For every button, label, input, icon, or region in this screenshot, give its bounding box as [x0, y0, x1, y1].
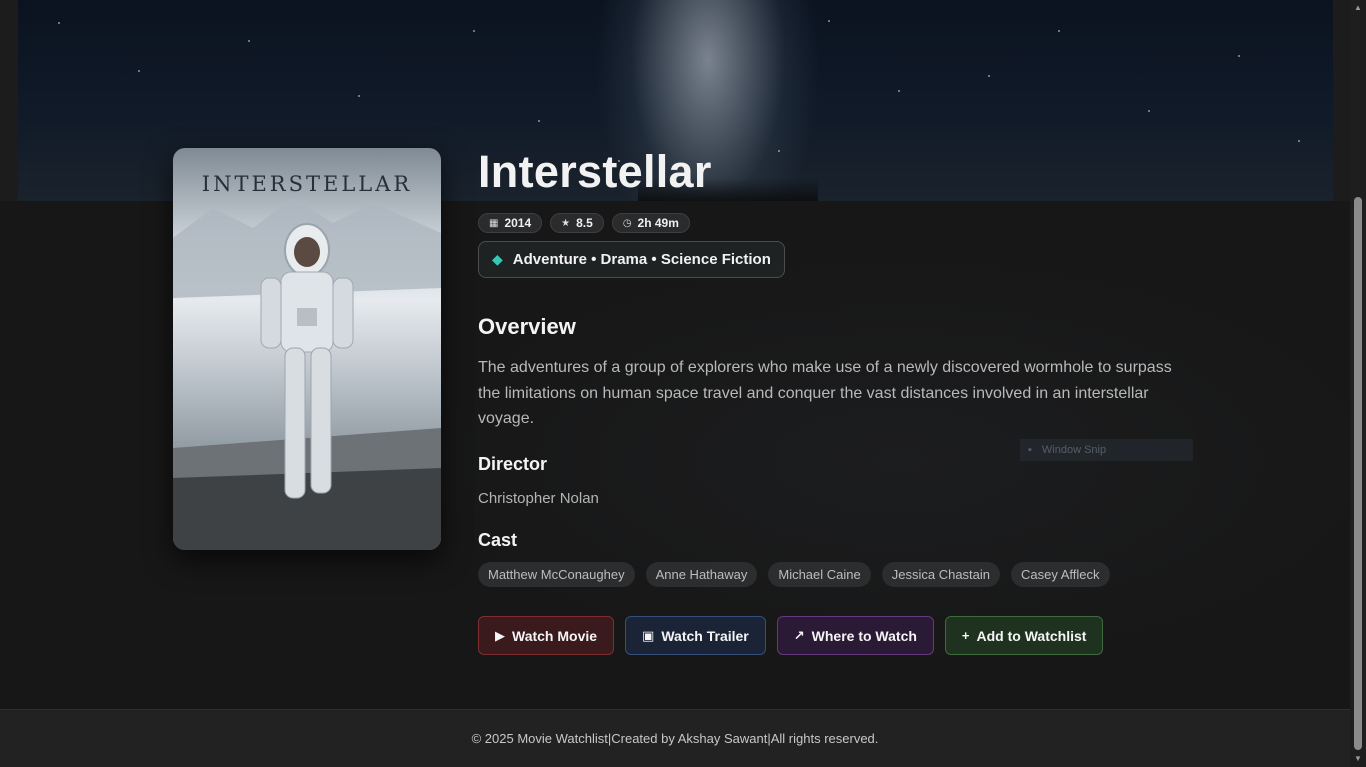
- add-to-watchlist-label: Add to Watchlist: [976, 627, 1087, 644]
- scroll-up-arrow-icon[interactable]: ▲: [1350, 0, 1366, 16]
- footer-rights: All rights reserved.: [770, 731, 879, 746]
- where-to-watch-label: Where to Watch: [811, 627, 917, 644]
- overview-heading: Overview: [478, 314, 576, 339]
- add-to-watchlist-button[interactable]: + Add to Watchlist: [944, 616, 1104, 655]
- director-heading: Director: [478, 454, 548, 474]
- poster-title: INTERSTELLAR: [201, 172, 413, 196]
- cast-heading: Cast: [478, 530, 518, 550]
- backdrop-gutter-left: [0, 0, 18, 201]
- astronaut-illustration: [173, 198, 441, 550]
- window-snip-label: Window Snip: [1041, 444, 1107, 456]
- watch-movie-label: Watch Movie: [512, 627, 598, 644]
- cast-chip: Jessica Chastain: [881, 562, 1001, 587]
- genres-text: Adventure • Drama • Science Fiction: [512, 251, 771, 268]
- overview-text: The adventures of a group of explorers w…: [478, 359, 1172, 427]
- play-icon: ▶: [495, 627, 505, 643]
- genres-badge: ◆ Adventure • Drama • Science Fiction: [478, 241, 785, 278]
- calendar-icon: ▦: [489, 217, 499, 229]
- external-link-icon: ↗: [793, 627, 805, 643]
- where-to-watch-button[interactable]: ↗ Where to Watch: [776, 616, 934, 655]
- page: INTERSTELLAR Interstellar ▦ 2014 ★ 8.5 ◷…: [0, 0, 1350, 767]
- watch-trailer-button[interactable]: ▣ Watch Trailer: [625, 616, 766, 655]
- cast-chip: Michael Caine: [768, 562, 871, 587]
- clock-icon: ◷: [622, 217, 632, 229]
- cast-chip: Anne Hathaway: [645, 562, 758, 587]
- cast-chip: Matthew McConaughey: [478, 562, 635, 587]
- snip-icon: ▪: [1028, 444, 1032, 456]
- year-value: 2014: [504, 216, 532, 230]
- meta-pills: ▦ 2014 ★ 8.5 ◷ 2h 49m: [478, 213, 690, 233]
- cast-chip: Casey Affleck: [1011, 562, 1110, 587]
- watch-trailer-label: Watch Trailer: [661, 627, 749, 644]
- cast-list: Matthew McConaughey Anne Hathaway Michae…: [478, 562, 1110, 587]
- window-snip-overlay: ▪ Window Snip: [1020, 439, 1193, 461]
- year-badge: ▦ 2014: [478, 213, 543, 233]
- tags-icon: ◆: [492, 251, 503, 267]
- director-name: Christopher Nolan: [478, 490, 599, 507]
- scrollbar-thumb[interactable]: [1354, 197, 1362, 750]
- movie-poster: INTERSTELLAR: [173, 148, 441, 550]
- footer-copyright: © 2025 Movie Watchlist: [471, 731, 608, 746]
- runtime-badge: ◷ 2h 49m: [611, 213, 690, 233]
- runtime-value: 2h 49m: [637, 216, 679, 230]
- movie-title: Interstellar: [478, 146, 712, 197]
- watch-movie-button[interactable]: ▶ Watch Movie: [478, 616, 615, 655]
- scroll-down-arrow-icon[interactable]: ▼: [1350, 751, 1366, 767]
- plus-icon: +: [961, 628, 970, 643]
- action-buttons: ▶ Watch Movie ▣ Watch Trailer ↗ Where to…: [478, 616, 1104, 655]
- film-icon: ▣: [642, 627, 655, 643]
- backdrop-gutter-right: [1333, 0, 1350, 201]
- vertical-scrollbar[interactable]: ▲ ▼: [1350, 0, 1366, 767]
- rating-badge: ★ 8.5: [550, 213, 604, 233]
- rating-value: 8.5: [576, 216, 593, 230]
- star-icon: ★: [561, 217, 571, 229]
- footer: © 2025 Movie Watchlist | Created by Aksh…: [0, 709, 1350, 767]
- footer-created-by: Created by Akshay Sawant: [611, 731, 768, 746]
